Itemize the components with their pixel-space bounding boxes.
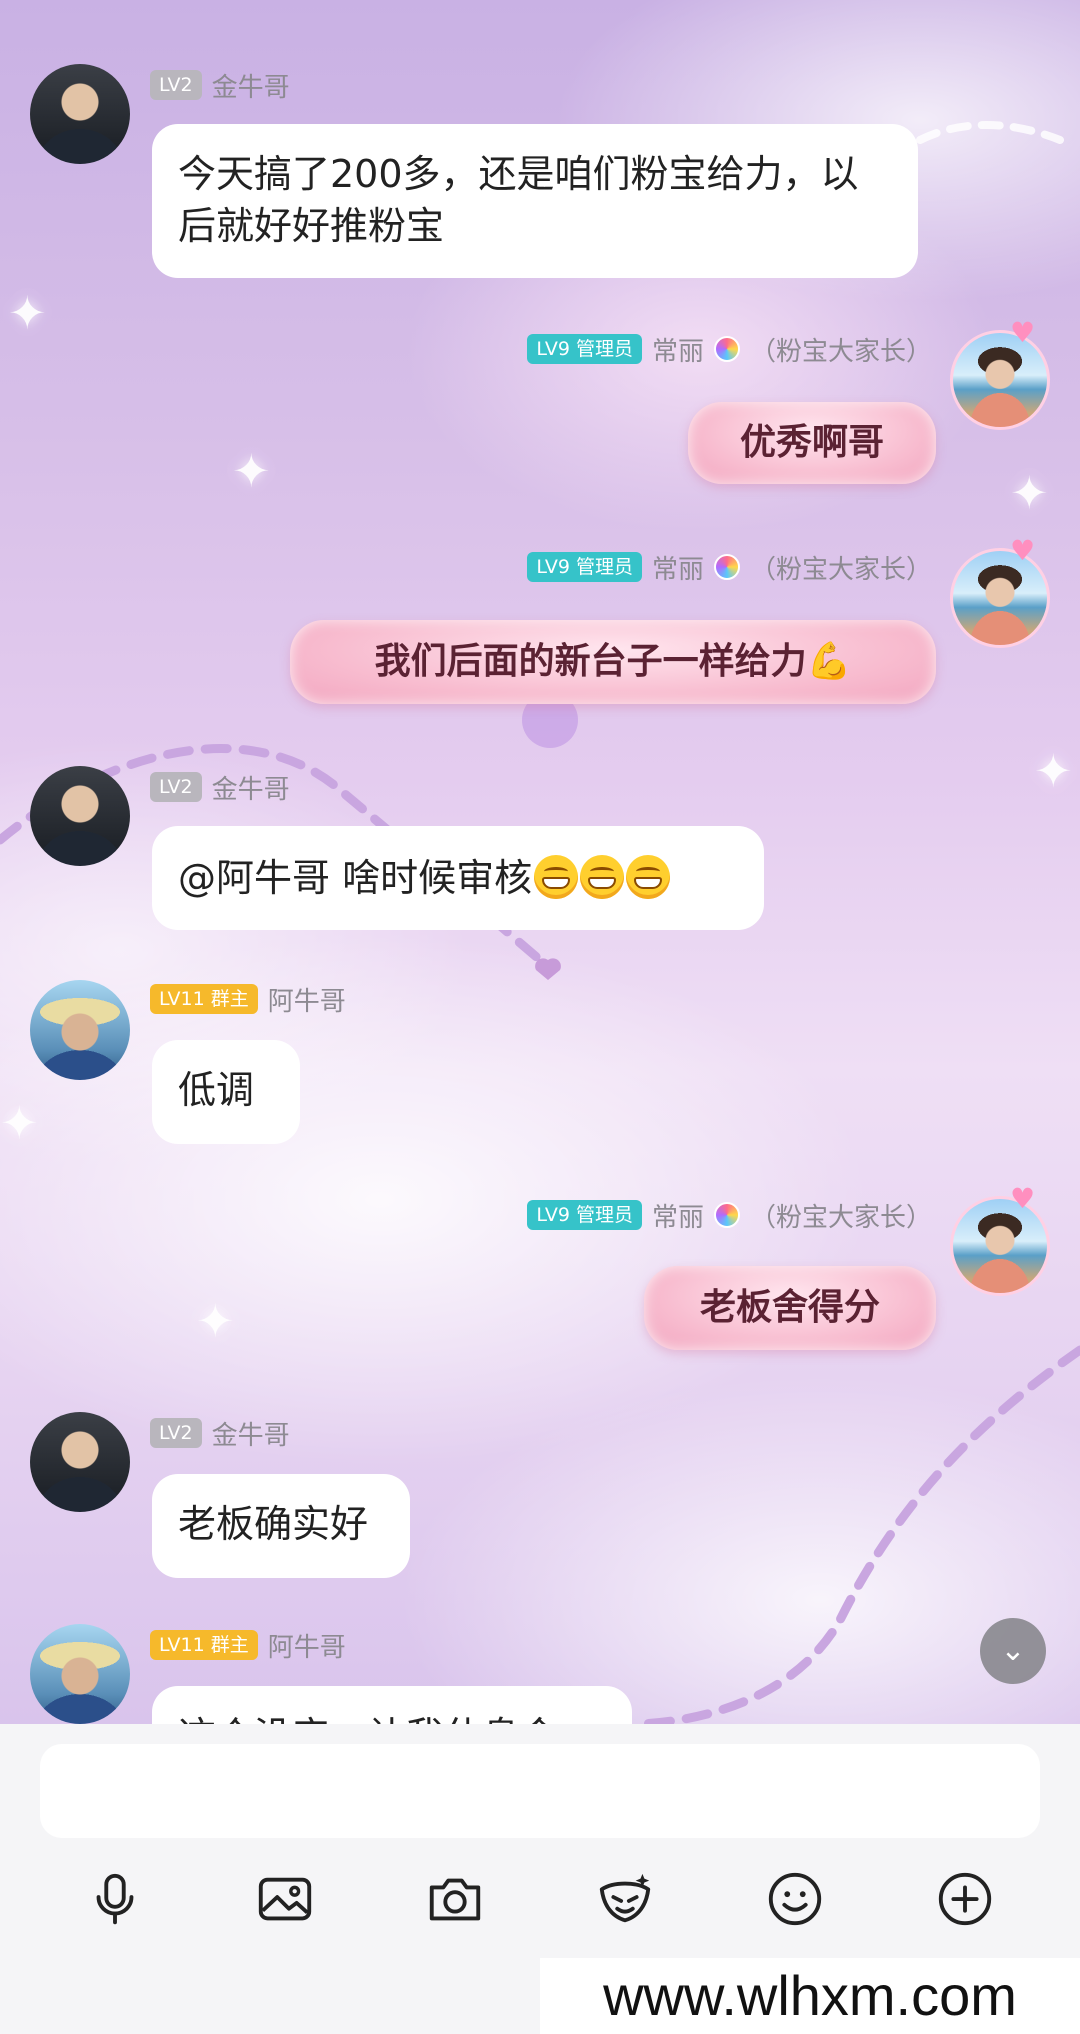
lollipop-icon (713, 554, 740, 580)
heart-icon: ♥ (1010, 534, 1036, 567)
sparkle-icon: ✦ (232, 444, 271, 498)
avatar[interactable] (30, 766, 130, 866)
emoji-icon (768, 1872, 822, 1926)
message-bubble[interactable]: 老板确实好 (152, 1474, 410, 1578)
message-bubble[interactable]: 今天搞了200多，还是咱们粉宝给力，以后就好好推粉宝 (152, 124, 918, 278)
avatar[interactable] (30, 64, 130, 164)
message-meta: LV2 金牛哥 (150, 769, 290, 806)
image-icon (258, 1877, 312, 1921)
avatar[interactable] (30, 980, 130, 1080)
chat-area[interactable]: ✦ ✦ ✦ ✦ ✦ ✦ LV2 金牛哥 今天搞了200多，还是咱们粉宝给力，以后… (0, 0, 1080, 1724)
sender-name[interactable]: 金牛哥 (212, 67, 290, 104)
sparkle-icon: ✦ (0, 1096, 39, 1150)
sender-title: （粉宝大家长） (749, 1202, 932, 1233)
level-badge: LV2 (150, 772, 202, 802)
sender-title: （粉宝大家长） (749, 336, 932, 367)
sparkle-icon: ✦ (1010, 466, 1049, 520)
message-bubble[interactable]: @阿牛哥 啥时候审核 (152, 826, 764, 930)
message-meta: LV9 管理员 常丽 （粉宝大家长） (527, 1197, 932, 1234)
voice-button[interactable] (80, 1864, 150, 1934)
level-badge: LV11 群主 (150, 984, 258, 1014)
message-text: 我们后面的新台子一样给力 (374, 641, 807, 682)
emoji-button[interactable] (760, 1864, 830, 1934)
sticker-icon (599, 1873, 651, 1923)
message-bubble[interactable]: 低调 (152, 1040, 300, 1144)
sparkle-icon: ✦ (1034, 744, 1073, 798)
image-button[interactable] (250, 1864, 320, 1934)
message-bubble[interactable]: 我们后面的新台子一样给力💪 (290, 620, 936, 704)
more-button[interactable] (930, 1864, 1000, 1934)
sparkle-icon: ✦ (196, 1294, 235, 1348)
heart-icon: ♥ (1010, 316, 1036, 349)
flexed-biceps-emoji: 💪 (806, 641, 852, 682)
sender-name[interactable]: 金牛哥 (212, 1415, 290, 1452)
sender-name[interactable]: 常丽 (652, 1197, 704, 1234)
grinning-face-emoji (580, 855, 625, 899)
grinning-face-emoji (626, 855, 671, 899)
sender-name[interactable]: 常丽 (652, 331, 704, 368)
microphone-icon (96, 1873, 134, 1925)
level-badge: LV2 (150, 70, 202, 100)
lollipop-icon (713, 336, 740, 362)
sender-name[interactable]: 常丽 (652, 549, 704, 586)
sticker-button[interactable] (590, 1864, 660, 1934)
plus-icon (938, 1872, 992, 1926)
watermark-text: www.wlhxm.com (540, 1958, 1080, 2034)
chevron-down-icon: ⌄ (1000, 1633, 1026, 1668)
camera-icon (429, 1878, 481, 1921)
message-meta: LV11 群主 阿牛哥 (150, 981, 346, 1018)
message-text: @阿牛哥 啥时候审核 (178, 856, 533, 900)
avatar[interactable] (30, 1624, 130, 1724)
sender-title: （粉宝大家长） (749, 554, 932, 585)
level-badge: LV9 管理员 (527, 552, 642, 582)
lollipop-icon (713, 1202, 740, 1228)
message-bubble[interactable]: 老板舍得分 (644, 1266, 936, 1350)
sender-name[interactable]: 金牛哥 (212, 769, 290, 806)
camera-button[interactable] (420, 1864, 490, 1934)
level-badge: LV9 管理员 (527, 1200, 642, 1230)
message-meta: LV11 群主 阿牛哥 (150, 1627, 346, 1664)
level-badge: LV2 (150, 1418, 202, 1448)
sender-name[interactable]: 阿牛哥 (268, 981, 346, 1018)
message-bubble[interactable]: 优秀啊哥 (688, 402, 936, 484)
level-badge: LV9 管理员 (527, 334, 642, 364)
level-badge: LV11 群主 (150, 1630, 258, 1660)
message-bubble[interactable]: 这个没实，让我休息会 (152, 1686, 632, 1724)
avatar[interactable] (30, 1412, 130, 1512)
sparkle-icon: ✦ (8, 286, 47, 340)
message-input[interactable] (40, 1744, 1040, 1838)
grinning-face-emoji (534, 855, 579, 899)
sender-name[interactable]: 阿牛哥 (268, 1627, 346, 1664)
message-meta: LV2 金牛哥 (150, 1415, 290, 1452)
message-meta: LV9 管理员 常丽 （粉宝大家长） (527, 331, 932, 368)
message-meta: LV9 管理员 常丽 （粉宝大家长） (527, 549, 932, 586)
heart-icon: ♥ (1010, 1182, 1036, 1215)
message-meta: LV2 金牛哥 (150, 67, 290, 104)
scroll-to-bottom-button[interactable]: ⌄ (980, 1618, 1046, 1684)
